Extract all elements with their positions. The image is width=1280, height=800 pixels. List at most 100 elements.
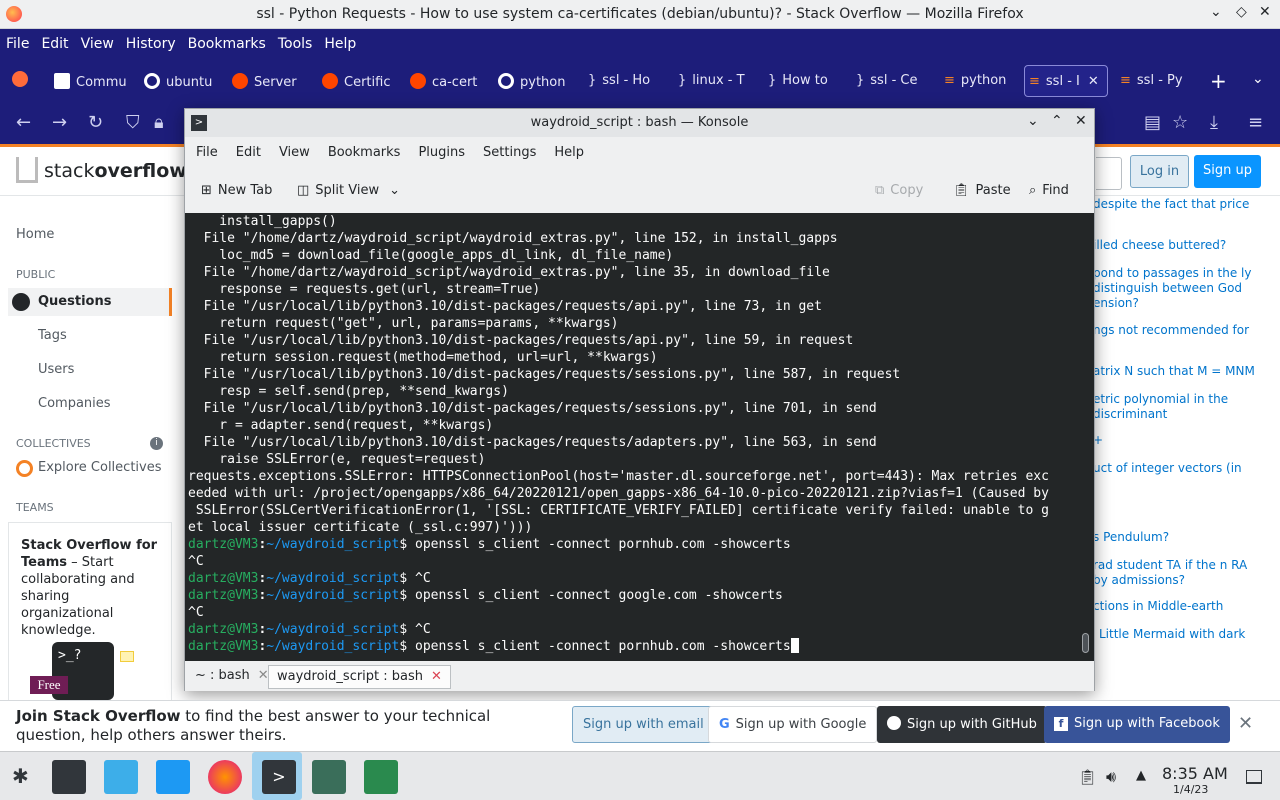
signup-button[interactable]: Sign up	[1194, 155, 1261, 188]
nav-tags[interactable]: Tags	[38, 328, 67, 343]
menu-view[interactable]: View	[75, 29, 120, 52]
close-tab-icon[interactable]: ✕	[1088, 74, 1099, 89]
reload-icon[interactable]: ↻	[88, 112, 103, 133]
signup-google-button[interactable]: G Sign up with Google	[708, 706, 878, 743]
close-icon[interactable]: ✕	[1075, 113, 1087, 129]
menu-bookmarks[interactable]: Bookmarks	[182, 29, 272, 52]
clock-date[interactable]: 1/4/23	[1173, 783, 1208, 796]
split-view-button[interactable]: ◫ Split View ⌄	[297, 183, 400, 198]
close-banner-icon[interactable]: ✕	[1238, 713, 1253, 734]
close-icon[interactable]: ✕	[1259, 4, 1271, 20]
hot-question-link[interactable]: ngs not recommended for	[1093, 323, 1263, 338]
browser-tab[interactable]: ca-cert	[406, 65, 484, 97]
image-viewer-icon[interactable]	[312, 760, 346, 794]
app-launcher-icon[interactable]: ✱	[12, 764, 29, 788]
menu-help[interactable]: Help	[545, 145, 593, 160]
nav-home[interactable]: Home	[16, 227, 54, 242]
browser-tab[interactable]: ≡ ssl - Py	[1116, 65, 1194, 97]
menu-bookmarks[interactable]: Bookmarks	[319, 145, 410, 160]
browser-tab[interactable]: } ssl - Ho	[584, 65, 662, 97]
browser-tab[interactable]: } How to	[764, 65, 842, 97]
menu-edit[interactable]: Edit	[227, 145, 270, 160]
copy-button[interactable]: ⧉ Copy	[875, 183, 923, 198]
terminal-tab-active[interactable]: waydroid_script : bash ✕	[268, 665, 451, 689]
stackoverflow-logo-icon[interactable]	[16, 157, 38, 183]
menu-help[interactable]: Help	[318, 29, 362, 52]
browser-tab[interactable]: python	[494, 65, 572, 97]
menu-view[interactable]: View	[270, 145, 319, 160]
browser-tab[interactable]: ≡ python	[940, 65, 1018, 97]
bookmark-star-icon[interactable]: ☆	[1172, 112, 1188, 133]
menu-history[interactable]: History	[120, 29, 182, 52]
close-tab-icon[interactable]: ✕	[431, 669, 442, 684]
maximize-icon[interactable]: ⌃	[1051, 113, 1063, 129]
browser-tab[interactable]: Certific	[318, 65, 396, 97]
signup-email-button[interactable]: Sign up with email	[572, 706, 715, 743]
expand-tray-icon[interactable]: ▲	[1136, 768, 1146, 783]
forward-icon[interactable]: →	[52, 112, 67, 133]
hot-question-link[interactable]: s Pendulum?	[1093, 530, 1263, 545]
system-settings-icon[interactable]	[52, 760, 86, 794]
hot-question-link[interactable]: atrix N such that M = MNM	[1093, 364, 1263, 379]
paste-button[interactable]: 📋︎ Paste	[953, 183, 1011, 198]
volume-icon[interactable]: 🔊︎	[1106, 767, 1116, 787]
browser-tab[interactable]: Server	[228, 65, 306, 97]
hot-question-link[interactable]: ctions in Middle-earth	[1093, 599, 1263, 614]
signup-facebook-button[interactable]: f Sign up with Facebook	[1044, 706, 1230, 743]
terminal-scrollbar[interactable]	[1082, 633, 1089, 653]
browser-tab[interactable]: } ssl - Ce	[852, 65, 930, 97]
search-input[interactable]	[1096, 157, 1122, 190]
minimize-icon[interactable]: ⌄	[1027, 113, 1039, 129]
menu-file[interactable]: File	[0, 29, 35, 52]
back-icon[interactable]: ←	[16, 112, 31, 133]
hot-question-link[interactable]: etric polynomial in the discriminant	[1093, 392, 1263, 422]
menu-file[interactable]: File	[187, 145, 227, 160]
login-button[interactable]: Log in	[1130, 155, 1189, 188]
reader-icon[interactable]: ▤	[1144, 112, 1161, 133]
lock-icon[interactable]: 🔒︎	[154, 112, 164, 133]
hot-question-link[interactable]: rad student TA if the n RA by admissions…	[1093, 558, 1263, 588]
nav-companies[interactable]: Companies	[38, 396, 111, 411]
system-info-icon[interactable]	[364, 760, 398, 794]
menu-settings[interactable]: Settings	[474, 145, 545, 160]
hot-question-link[interactable]: illed cheese buttered?	[1093, 238, 1263, 253]
hot-question-link[interactable]: despite the fact that price	[1093, 197, 1263, 212]
hot-question-link[interactable]: Little Mermaid with dark	[1099, 627, 1269, 642]
browser-tab-active[interactable]: ≡ ssl - I ✕	[1024, 65, 1108, 97]
logo-text[interactable]: stackoverflow	[44, 160, 187, 182]
nav-users[interactable]: Users	[38, 362, 74, 377]
new-tab-button[interactable]: ⊞ New Tab	[201, 183, 272, 198]
firefox-taskbar-icon[interactable]	[208, 760, 242, 794]
hot-question-link[interactable]: +	[1093, 433, 1263, 448]
terminal-tab[interactable]: ~ : bash ✕	[187, 665, 277, 689]
browser-tab[interactable]: Commu	[50, 65, 128, 97]
hot-question-link[interactable]: uct of integer vectors (in	[1093, 461, 1263, 476]
find-button[interactable]: ⌕ Find	[1029, 183, 1069, 198]
show-desktop-icon[interactable]	[1246, 770, 1262, 784]
discover-icon[interactable]	[104, 760, 138, 794]
maximize-icon[interactable]: ◇	[1236, 4, 1247, 20]
file-manager-icon[interactable]	[156, 760, 190, 794]
hamburger-menu-icon[interactable]: ≡	[1248, 112, 1263, 133]
menu-plugins[interactable]: Plugins	[409, 145, 474, 160]
prompt-line: dartz@VM3:~/waydroid_script$ openssl s_c…	[188, 588, 783, 603]
download-icon[interactable]: ⤓	[1210, 112, 1218, 133]
browser-tab[interactable]: ubuntu	[140, 65, 218, 97]
nav-questions[interactable]: Questions	[8, 288, 172, 316]
terminal-output[interactable]: install_gapps() File "/home/dartz/waydro…	[185, 213, 1094, 661]
nav-explore-collectives[interactable]: Explore Collectives	[38, 460, 162, 475]
clipboard-icon[interactable]: 📋︎	[1078, 768, 1097, 786]
minimize-icon[interactable]: ⌄	[1210, 4, 1222, 20]
menu-edit[interactable]: Edit	[35, 29, 74, 52]
clock-time[interactable]: 8:35 AM	[1162, 764, 1228, 783]
browser-tab[interactable]: } linux - T	[674, 65, 752, 97]
info-icon[interactable]: i	[150, 437, 163, 450]
shield-icon[interactable]: ⛉	[126, 112, 140, 133]
signup-github-button[interactable]: Sign up with GitHub	[877, 706, 1047, 743]
hot-question-link[interactable]: pond to passages in the ly distinguish b…	[1093, 266, 1263, 311]
new-tab-icon[interactable]: +	[1210, 69, 1227, 93]
menu-tools[interactable]: Tools	[272, 29, 319, 52]
firefox-view-icon[interactable]	[12, 71, 28, 87]
copy-label: Copy	[890, 183, 924, 198]
tab-list-icon[interactable]: ⌄	[1252, 71, 1264, 87]
